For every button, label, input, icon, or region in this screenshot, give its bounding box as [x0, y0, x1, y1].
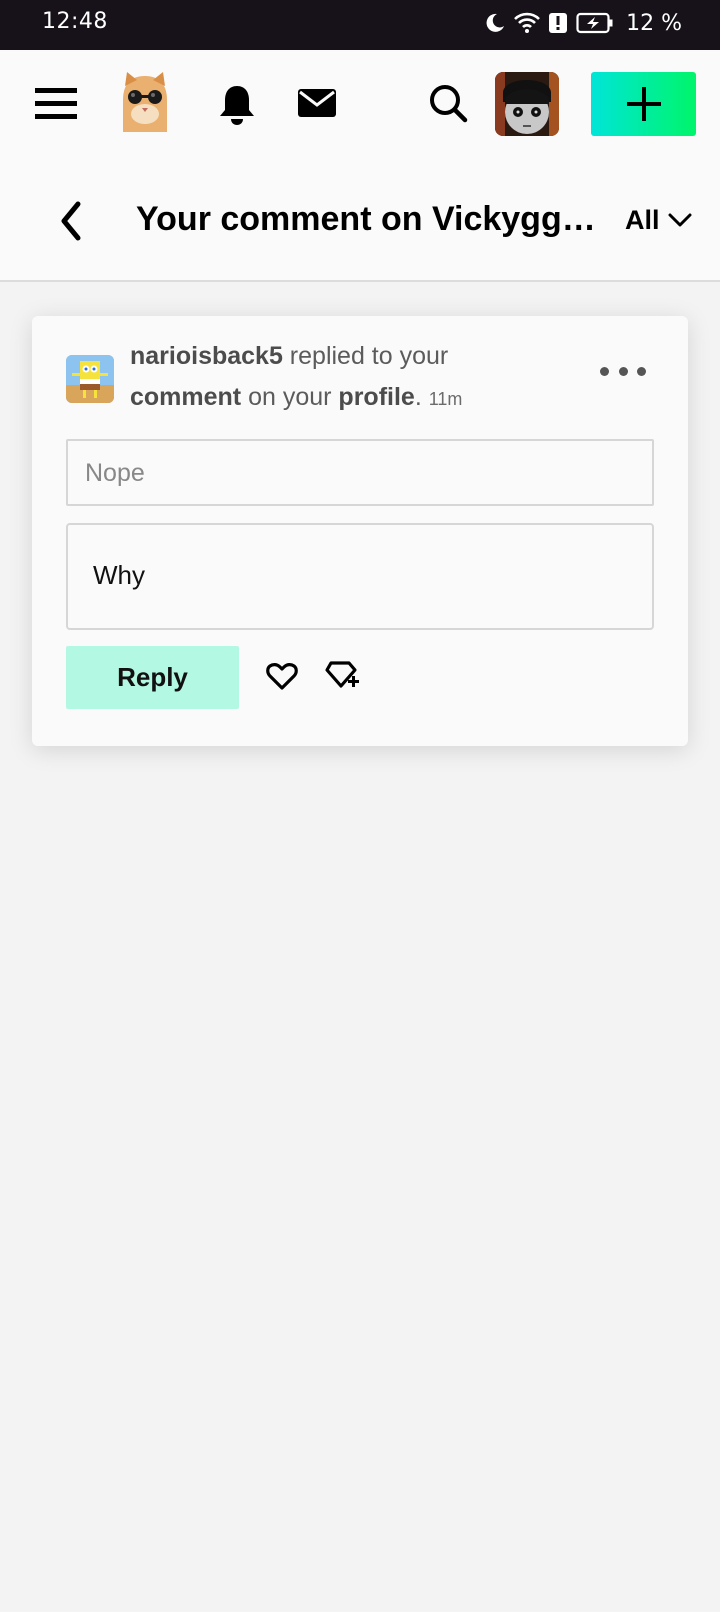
comment-link[interactable]: comment: [130, 383, 241, 411]
mail-icon: [298, 89, 336, 117]
messages-button[interactable]: [297, 86, 337, 120]
dot: [618, 366, 628, 376]
search-icon: [430, 85, 468, 123]
battery-percentage: 12 %: [626, 10, 682, 36]
page-header: Your comment on Vickygg… All: [0, 160, 720, 282]
chevron-left-icon: [61, 201, 81, 241]
cat-avatar[interactable]: [117, 70, 173, 132]
bell-icon: [220, 86, 254, 125]
battery-charging-icon: [576, 12, 614, 34]
wifi-icon: [514, 12, 541, 34]
like-button[interactable]: [266, 661, 298, 693]
gem-plus-icon: [325, 661, 359, 688]
moon-icon: [484, 12, 506, 34]
status-time: 12:48: [42, 9, 108, 34]
search-button[interactable]: [427, 82, 469, 124]
notification-text: narioisback5 replied to your comment on …: [130, 336, 570, 420]
page-title: Your comment on Vickygg…: [136, 200, 596, 238]
quoted-comment: Nope: [66, 439, 654, 506]
profile-link[interactable]: profile: [338, 383, 414, 411]
username-link[interactable]: narioisback5: [130, 342, 283, 370]
filter-label: All: [625, 204, 660, 235]
notifications-button[interactable]: [216, 83, 258, 127]
create-post-button[interactable]: [591, 72, 696, 136]
chevron-down-icon: [668, 213, 692, 227]
menu-button[interactable]: [34, 84, 78, 124]
more-options-button[interactable]: [600, 356, 646, 386]
profile-avatar[interactable]: [495, 72, 559, 136]
replied-text: replied to your: [282, 342, 449, 370]
heart-icon: [266, 663, 298, 690]
alert-icon: [548, 12, 568, 34]
status-bar: 12:48 12 %: [0, 0, 720, 50]
on-your-text: on your: [241, 383, 339, 411]
gift-button[interactable]: [324, 660, 360, 694]
reply-comment[interactable]: Why: [66, 523, 654, 630]
filter-dropdown[interactable]: All: [625, 198, 692, 242]
notification-card: narioisback5 replied to your comment on …: [32, 316, 688, 746]
back-button[interactable]: [56, 200, 88, 242]
dot: [600, 366, 609, 376]
user-avatar[interactable]: [66, 355, 114, 403]
timestamp: 11m: [428, 389, 463, 409]
menu-icon: [35, 88, 77, 119]
status-icons: 12 %: [484, 9, 682, 37]
dot: [637, 366, 646, 376]
period-text: .: [414, 383, 422, 411]
top-nav: [0, 50, 720, 160]
reply-button[interactable]: Reply: [66, 646, 239, 709]
plus-icon: [626, 87, 661, 121]
